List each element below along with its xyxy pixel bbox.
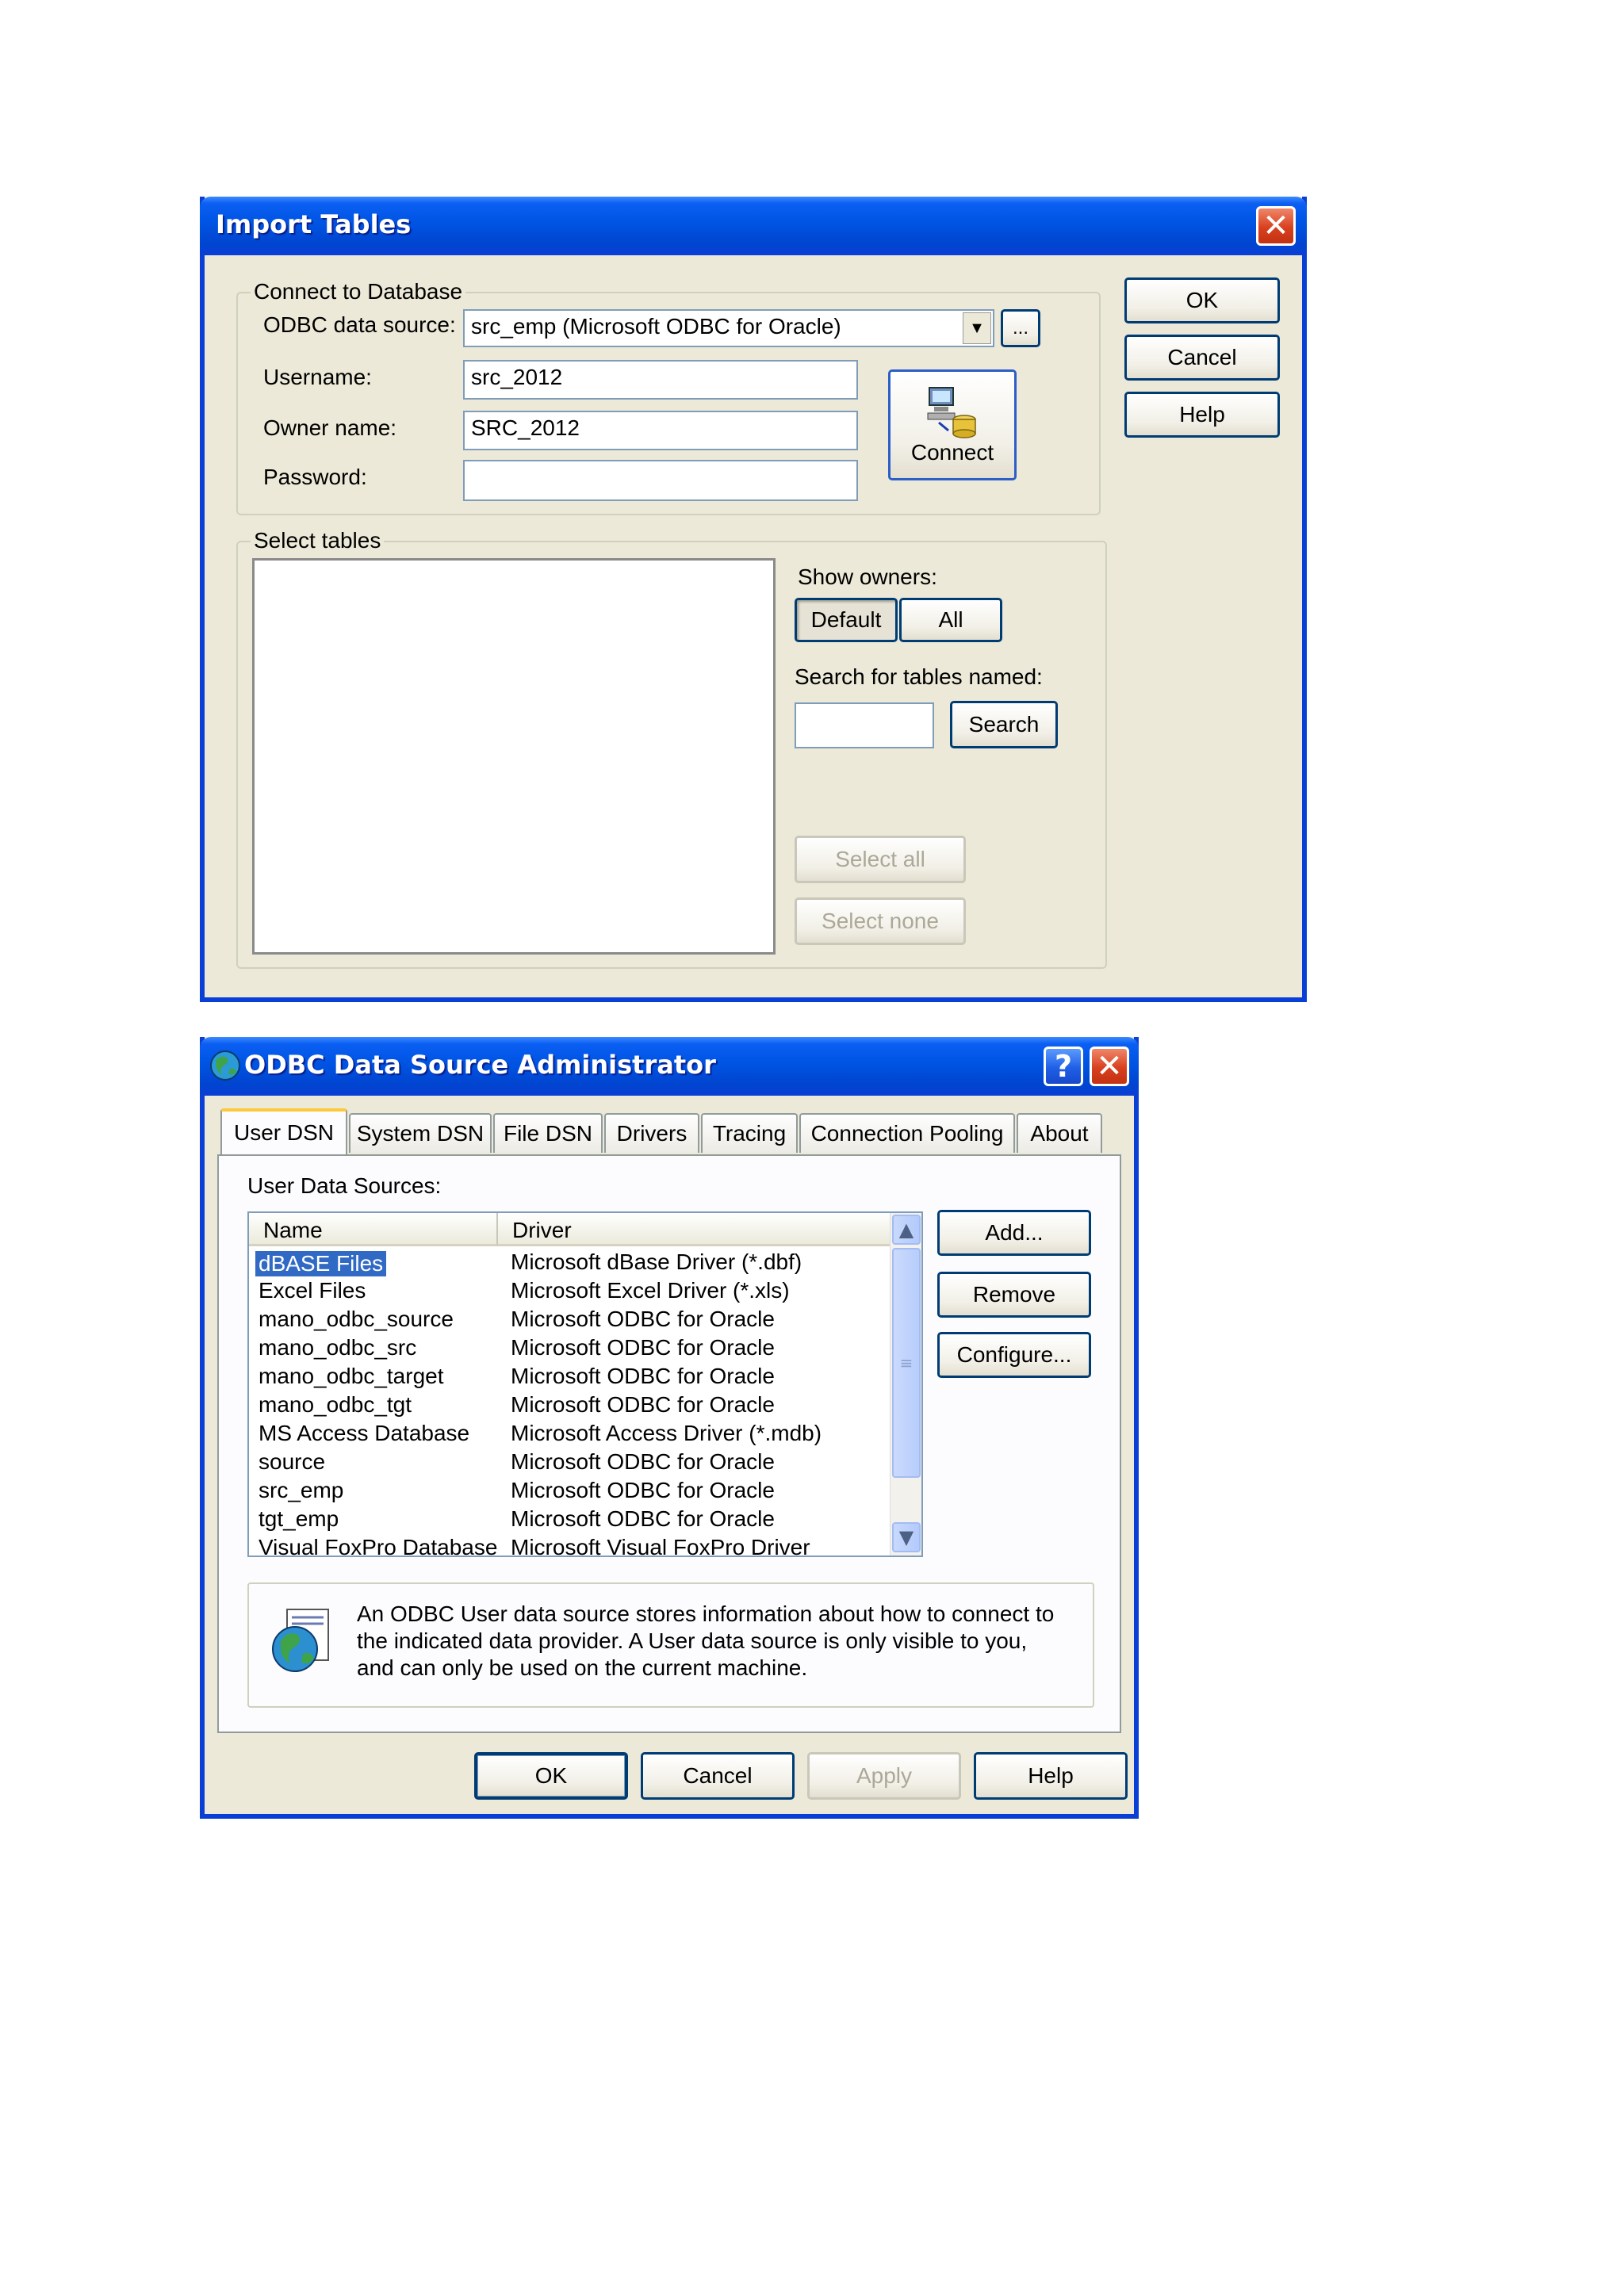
owner-input[interactable]: SRC_2012: [463, 411, 858, 450]
close-icon[interactable]: ✕: [1090, 1047, 1129, 1086]
data-sources-list[interactable]: Name Driver dBASE Files Microsoft dBase …: [247, 1211, 923, 1557]
row-driver: Microsoft ODBC for Oracle: [511, 1449, 775, 1474]
list-item[interactable]: Visual FoxPro Database Microsoft Visual …: [249, 1533, 890, 1557]
window-title: ODBC Data Source Administrator: [244, 1050, 716, 1080]
remove-button[interactable]: Remove: [937, 1272, 1091, 1318]
apply-button[interactable]: Apply: [807, 1752, 961, 1800]
default-owners-button[interactable]: Default: [795, 598, 898, 642]
connect-button[interactable]: Connect: [888, 369, 1017, 480]
tab-user-dsn[interactable]: User DSN: [220, 1108, 347, 1154]
tables-list[interactable]: [252, 558, 776, 955]
search-tables-label: Search for tables named:: [795, 664, 1043, 689]
list-item[interactable]: src_emp Microsoft ODBC for Oracle: [249, 1476, 890, 1505]
list-item[interactable]: source Microsoft ODBC for Oracle: [249, 1448, 890, 1476]
username-input[interactable]: src_2012: [463, 360, 858, 400]
list-item[interactable]: mano_odbc_tgt Microsoft ODBC for Oracle: [249, 1391, 890, 1419]
tab-about[interactable]: About: [1017, 1113, 1102, 1153]
tab-drivers[interactable]: Drivers: [604, 1113, 699, 1153]
row-driver: Microsoft ODBC for Oracle: [511, 1335, 775, 1360]
help-question-icon[interactable]: ?: [1044, 1047, 1083, 1086]
row-name: Visual FoxPro Database: [259, 1535, 498, 1557]
cancel-button[interactable]: Cancel: [641, 1752, 795, 1800]
help-button[interactable]: Help: [974, 1752, 1128, 1800]
add-button[interactable]: Add...: [937, 1210, 1091, 1256]
import-tables-titlebar[interactable]: Import Tables ✕: [200, 197, 1307, 255]
row-driver: Microsoft ODBC for Oracle: [511, 1364, 775, 1388]
close-icon[interactable]: ✕: [1256, 206, 1296, 246]
tab-connection-pooling[interactable]: Connection Pooling: [799, 1113, 1015, 1153]
scroll-thumb[interactable]: ≡: [892, 1248, 921, 1478]
tab-system-dsn[interactable]: System DSN: [349, 1113, 492, 1153]
cancel-button[interactable]: Cancel: [1124, 335, 1280, 381]
help-button[interactable]: Help: [1124, 392, 1280, 438]
row-driver: Microsoft ODBC for Oracle: [511, 1478, 775, 1502]
row-name: mano_odbc_tgt: [259, 1392, 412, 1417]
globe-icon: [208, 1048, 243, 1083]
list-item[interactable]: MS Access Database Microsoft Access Driv…: [249, 1419, 890, 1448]
row-name: tgt_emp: [259, 1506, 339, 1531]
list-item[interactable]: mano_odbc_src Microsoft ODBC for Oracle: [249, 1334, 890, 1362]
row-driver: Microsoft dBase Driver (*.dbf): [511, 1249, 802, 1274]
globe-document-icon: [263, 1605, 339, 1681]
row-name: src_emp: [259, 1478, 344, 1502]
row-driver: Microsoft ODBC for Oracle: [511, 1307, 775, 1331]
chevron-down-icon[interactable]: ▼: [963, 312, 991, 344]
ok-button[interactable]: OK: [474, 1752, 628, 1800]
window-title: Import Tables: [216, 209, 412, 239]
row-name: mano_odbc_source: [259, 1307, 454, 1331]
list-scrollbar[interactable]: ▲ ≡ ▼: [890, 1213, 921, 1556]
show-owners-label: Show owners:: [798, 564, 937, 589]
list-item[interactable]: Excel Files Microsoft Excel Driver (*.xl…: [249, 1276, 890, 1305]
import-tables-window: Import Tables ✕ Connect to Database ODBC…: [200, 197, 1307, 1002]
connect-button-label: Connect: [910, 440, 994, 465]
row-driver: Microsoft Excel Driver (*.xls): [511, 1278, 790, 1303]
odbc-admin-window: ODBC Data Source Administrator ? ✕ User …: [200, 1037, 1139, 1819]
info-text-line3: and can only be used on the current mach…: [357, 1655, 808, 1680]
connect-group-label: Connect to Database: [251, 279, 466, 304]
tab-file-dsn[interactable]: File DSN: [493, 1113, 603, 1153]
column-header-driver[interactable]: Driver: [498, 1213, 890, 1246]
configure-button[interactable]: Configure...: [937, 1332, 1091, 1378]
select-none-button[interactable]: Select none: [795, 897, 966, 945]
row-driver: Microsoft Access Driver (*.mdb): [511, 1421, 822, 1445]
info-text-line2: the indicated data provider. A User data…: [357, 1628, 1028, 1653]
column-header-name[interactable]: Name: [249, 1213, 498, 1246]
row-name: source: [259, 1449, 326, 1474]
row-name: mano_odbc_src: [259, 1335, 417, 1360]
row-driver: Microsoft Visual FoxPro Driver: [511, 1535, 810, 1557]
row-name: mano_odbc_target: [259, 1364, 444, 1388]
list-item[interactable]: mano_odbc_target Microsoft ODBC for Orac…: [249, 1362, 890, 1391]
ok-button[interactable]: OK: [1124, 277, 1280, 323]
odbc-source-label: ODBC data source:: [263, 312, 456, 337]
database-computer-icon: [925, 385, 980, 440]
all-owners-button[interactable]: All: [899, 598, 1002, 642]
user-sources-label: User Data Sources:: [247, 1173, 442, 1198]
list-item[interactable]: tgt_emp Microsoft ODBC for Oracle: [249, 1505, 890, 1533]
owner-label: Owner name:: [263, 415, 397, 440]
select-all-button[interactable]: Select all: [795, 836, 966, 883]
list-item[interactable]: dBASE Files Microsoft dBase Driver (*.db…: [249, 1248, 890, 1276]
row-driver: Microsoft ODBC for Oracle: [511, 1392, 775, 1417]
row-name: MS Access Database: [259, 1421, 470, 1445]
tab-tracing[interactable]: Tracing: [701, 1113, 798, 1153]
select-tables-label: Select tables: [251, 528, 385, 553]
row-driver: Microsoft ODBC for Oracle: [511, 1506, 775, 1531]
list-item[interactable]: mano_odbc_source Microsoft ODBC for Orac…: [249, 1305, 890, 1334]
browse-button[interactable]: ...: [1001, 309, 1040, 347]
odbc-source-select[interactable]: src_emp (Microsoft ODBC for Oracle) ▼: [463, 309, 994, 347]
scroll-up-icon[interactable]: ▲: [892, 1215, 921, 1245]
search-tables-input[interactable]: [795, 702, 934, 748]
scroll-down-icon[interactable]: ▼: [892, 1522, 921, 1552]
odbc-admin-titlebar[interactable]: ODBC Data Source Administrator ? ✕: [200, 1037, 1139, 1096]
search-button[interactable]: Search: [950, 701, 1058, 748]
username-label: Username:: [263, 365, 372, 389]
password-label: Password:: [263, 465, 367, 489]
row-name: Excel Files: [259, 1278, 366, 1303]
user-dsn-page: User Data Sources: Name Driver dBASE Fil…: [217, 1154, 1121, 1733]
odbc-source-value: src_emp (Microsoft ODBC for Oracle): [471, 314, 841, 339]
password-input[interactable]: [463, 460, 858, 501]
info-text-line1: An ODBC User data source stores informat…: [357, 1601, 1055, 1626]
info-panel: An ODBC User data source stores informat…: [247, 1582, 1094, 1708]
tab-strip: User DSN System DSN File DSN Drivers Tra…: [220, 1108, 1116, 1159]
